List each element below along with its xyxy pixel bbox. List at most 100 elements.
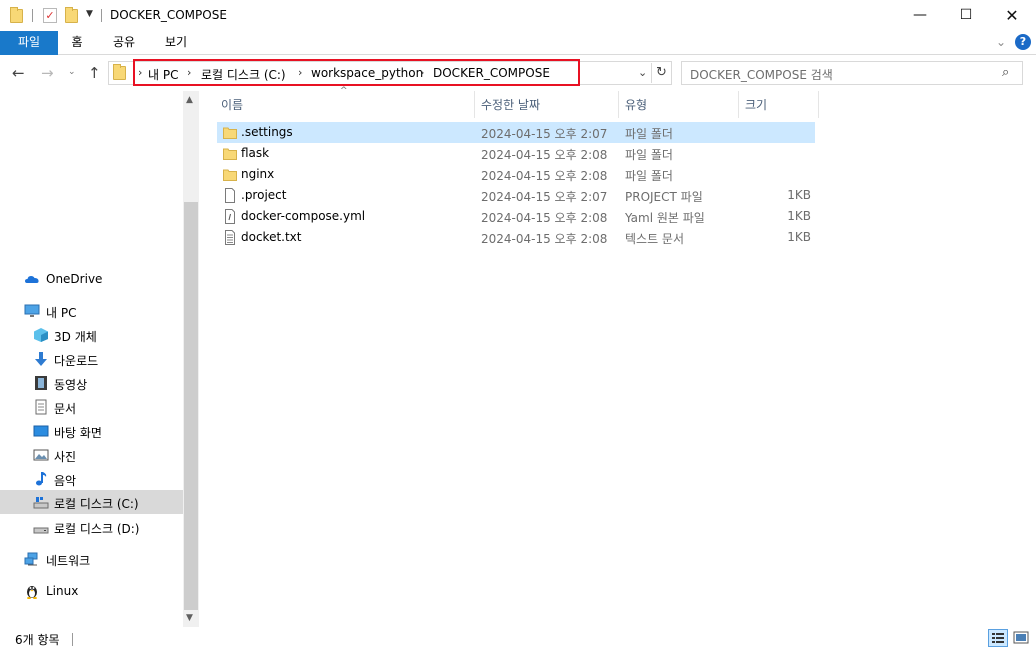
cloud-icon [25, 276, 39, 283]
file-name: .project [241, 188, 287, 202]
new-folder-icon[interactable] [65, 7, 78, 23]
sidebar-item-label: 네트워크 [46, 554, 91, 568]
cube-icon [34, 328, 48, 342]
picture-icon [33, 449, 49, 461]
drive-icon [33, 497, 49, 509]
column-header-size[interactable]: 크기 [745, 96, 767, 113]
minimize-icon[interactable]: — [897, 0, 943, 31]
sidebar-item-label: 문서 [54, 402, 77, 416]
breadcrumb-local-disk-c[interactable]: 로컬 디스크 (C:) [201, 66, 286, 83]
file-name: .settings [241, 125, 293, 139]
folder-icon [223, 148, 237, 160]
details-view-icon[interactable] [988, 629, 1008, 647]
file-type: 파일 폴더 [625, 169, 673, 183]
file-row[interactable]: .settings 2024-04-15 오후 2:07 파일 폴더 [217, 122, 815, 143]
sidebar-item-label: 음악 [54, 474, 77, 488]
sidebar-item-downloads[interactable]: 다운로드 [0, 347, 183, 371]
search-icon[interactable]: ⌕ [1002, 65, 1009, 80]
sidebar-item-3d-objects[interactable]: 3D 개체 [0, 323, 183, 347]
column-divider[interactable] [738, 91, 739, 118]
window-folder-icon [10, 7, 23, 23]
column-header-date[interactable]: 수정한 날짜 [481, 96, 540, 113]
ribbon-tabs: 파일 홈 공유 보기 ⌄ ? [0, 31, 1036, 55]
close-icon[interactable]: ✕ [989, 0, 1035, 31]
sidebar-item-label: 로컬 디스크 (D:) [54, 522, 140, 536]
computer-icon [24, 304, 40, 317]
expand-ribbon-chevron-icon[interactable]: ⌄ [996, 35, 1006, 49]
file-row[interactable]: docker-compose.yml 2024-04-15 오후 2:08 Ya… [217, 206, 815, 227]
column-header-type[interactable]: 유형 [625, 96, 647, 113]
scroll-up-icon[interactable]: ▲ [186, 95, 193, 105]
file-size: 1KB [787, 188, 811, 202]
title-separator [101, 9, 102, 22]
file-row[interactable]: docket.txt 2024-04-15 오후 2:08 텍스트 문서 1KB [217, 227, 815, 248]
large-icons-view-icon[interactable] [1011, 629, 1031, 647]
up-arrow-icon[interactable]: ↑ [88, 64, 101, 82]
tab-view[interactable]: 보기 [156, 31, 196, 55]
sidebar-item-music[interactable]: 음악 [0, 467, 183, 491]
file-row[interactable]: nginx 2024-04-15 오후 2:08 파일 폴더 [217, 164, 815, 185]
scroll-down-icon[interactable]: ▼ [186, 613, 193, 623]
breadcrumb-docker-compose[interactable]: DOCKER_COMPOSE [433, 66, 550, 80]
breadcrumb-my-pc[interactable]: 내 PC [148, 66, 178, 83]
tab-share[interactable]: 공유 [104, 31, 144, 55]
column-divider[interactable] [618, 91, 619, 118]
nav-scroll-thumb[interactable] [184, 202, 198, 610]
breadcrumb-chevron-icon[interactable]: › [187, 66, 191, 79]
yaml-file-icon [225, 209, 235, 224]
breadcrumb-chevron-icon[interactable]: › [138, 66, 142, 79]
sidebar-item-linux[interactable]: Linux [0, 579, 183, 603]
sidebar-item-local-disk-d[interactable]: 로컬 디스크 (D:) [0, 515, 183, 539]
properties-check-icon[interactable]: ✓ [43, 8, 57, 23]
tab-home[interactable]: 홈 [62, 31, 92, 55]
file-row[interactable]: flask 2024-04-15 오후 2:08 파일 폴더 [217, 143, 815, 164]
column-divider[interactable] [818, 91, 819, 118]
file-type: 파일 폴더 [625, 148, 673, 162]
desktop-icon [33, 425, 49, 437]
sidebar-item-pictures[interactable]: 사진 [0, 443, 183, 467]
sidebar-item-label: Linux [46, 584, 79, 598]
help-icon[interactable]: ? [1015, 34, 1031, 50]
quick-access-dropdown-icon[interactable]: ▼ [86, 9, 93, 19]
column-divider[interactable] [474, 91, 475, 118]
refresh-icon[interactable]: ↻ [651, 63, 671, 83]
address-folder-icon [113, 64, 126, 80]
maximize-icon[interactable]: ☐ [943, 0, 989, 31]
sidebar-item-label: 다운로드 [54, 354, 99, 368]
file-date: 2024-04-15 오후 2:08 [481, 232, 608, 246]
file-size: 1KB [787, 230, 811, 244]
sidebar-item-videos[interactable]: 동영상 [0, 371, 183, 395]
title-bar: ✓ ▼ DOCKER_COMPOSE — ☐ ✕ [0, 0, 1036, 31]
file-type: PROJECT 파일 [625, 190, 703, 204]
recent-locations-chevron-icon[interactable]: ⌄ [68, 67, 76, 77]
address-dropdown-icon[interactable]: ⌄ [638, 66, 647, 79]
sidebar-item-documents[interactable]: 문서 [0, 395, 183, 419]
sort-ascending-icon: ^ [340, 86, 348, 96]
file-name: docker-compose.yml [241, 209, 366, 223]
file-row[interactable]: .project 2024-04-15 오후 2:07 PROJECT 파일 1… [217, 185, 815, 206]
sidebar-item-desktop[interactable]: 바탕 화면 [0, 419, 183, 443]
sidebar-item-onedrive[interactable]: OneDrive [0, 267, 183, 291]
file-type: 파일 폴더 [625, 127, 673, 141]
forward-arrow-icon[interactable]: → [41, 64, 54, 82]
breadcrumb-chevron-icon[interactable]: › [298, 66, 302, 79]
sidebar-item-local-disk-c[interactable]: 로컬 디스크 (C:) [0, 490, 183, 514]
sidebar-item-label: 동영상 [54, 378, 88, 392]
blank-file-icon [225, 188, 235, 203]
folder-icon [223, 169, 237, 181]
file-date: 2024-04-15 오후 2:08 [481, 211, 608, 225]
file-date: 2024-04-15 오후 2:08 [481, 169, 608, 183]
text-file-icon [225, 230, 235, 245]
sidebar-item-network[interactable]: 네트워크 [0, 547, 183, 571]
sidebar-item-my-pc[interactable]: 내 PC [0, 299, 183, 323]
breadcrumb-chevron-icon[interactable]: › [420, 66, 424, 79]
sidebar-item-label: 내 PC [46, 306, 77, 320]
status-separator [72, 633, 73, 646]
item-count: 6개 항목 [15, 633, 60, 647]
breadcrumb-workspace-python[interactable]: workspace_python [311, 66, 423, 80]
tab-file[interactable]: 파일 [0, 31, 58, 55]
back-arrow-icon[interactable]: ← [12, 64, 25, 82]
sidebar-item-label: 사진 [54, 450, 77, 464]
column-header-name[interactable]: 이름 [221, 96, 243, 113]
file-name: docket.txt [241, 230, 302, 244]
